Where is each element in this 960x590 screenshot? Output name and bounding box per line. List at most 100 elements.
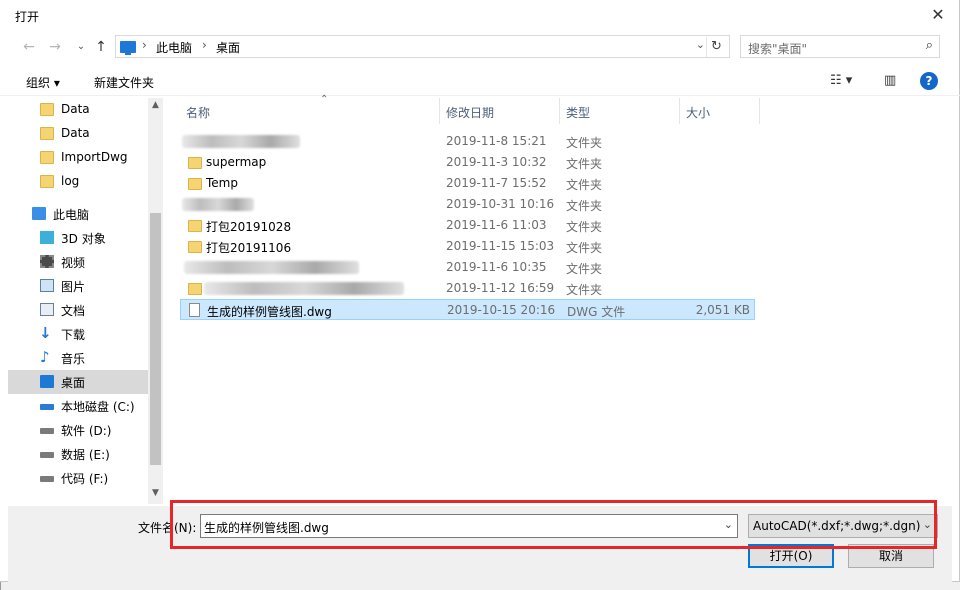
nav-item-label: 音乐: [61, 352, 86, 366]
chevron-down-icon[interactable]: ⌄: [923, 518, 932, 531]
search-icon[interactable]: ⌕: [926, 38, 933, 53]
chevron-down-icon[interactable]: ⌄: [724, 518, 733, 531]
row-name: 打包20191106: [206, 241, 292, 255]
back-arrow-icon[interactable]: ←: [18, 36, 40, 58]
forward-arrow-icon[interactable]: →: [44, 36, 66, 58]
column-header-name[interactable]: ⌃ 名称: [180, 94, 440, 124]
column-header-size[interactable]: 大小: [680, 98, 760, 124]
title-bar: 打开 ✕: [0, 0, 960, 30]
scrollbar-thumb[interactable]: [150, 213, 161, 465]
table-row-selected[interactable]: 生成的样例管线图.dwg 2019-10-15 20:16 DWG 文件 2,0…: [180, 299, 755, 320]
nav-item-log[interactable]: log: [8, 170, 148, 194]
open-button[interactable]: 打开(O): [748, 544, 834, 568]
drive-icon: [40, 428, 54, 434]
breadcrumb-this-pc[interactable]: 此电脑: [156, 39, 192, 56]
divider: [0, 582, 8, 590]
nav-item-drive-f[interactable]: 代码 (F:): [8, 466, 148, 490]
breadcrumb-separator-icon[interactable]: ›: [202, 38, 207, 52]
nav-item-label: 3D 对象: [61, 232, 106, 246]
documents-icon: [40, 303, 54, 316]
preview-pane-icon[interactable]: ▥: [884, 73, 896, 88]
blurred-filename: [204, 282, 404, 295]
nav-item-label: 桌面: [61, 376, 86, 390]
dialog-footer: 文件名(N): 生成的样例管线图.dwg ⌄ AutoCAD(*.dxf;*.d…: [8, 506, 952, 582]
new-folder-button[interactable]: 新建文件夹: [94, 74, 154, 91]
blurred-filename: [182, 135, 300, 148]
folder-sync-icon: [40, 103, 54, 116]
row-size: 2,051 KB: [695, 303, 750, 317]
drive-icon: [40, 452, 54, 458]
view-options-icon[interactable]: ☷ ▾: [830, 73, 852, 88]
nav-item-drive-e[interactable]: 数据 (E:): [8, 442, 148, 466]
folder-icon: [40, 127, 54, 140]
column-header-label: 修改日期: [446, 106, 495, 120]
nav-item-documents[interactable]: 文档: [8, 298, 148, 322]
row-type: 文件夹: [566, 262, 603, 276]
row-date: 2019-11-12 16:59: [446, 281, 555, 295]
nav-item-downloads[interactable]: ↓ 下载: [8, 322, 148, 346]
table-row[interactable]: supermap 2019-11-3 10:32 文件夹: [180, 152, 755, 173]
nav-item-desktop[interactable]: 桌面: [8, 370, 148, 394]
address-bar[interactable]: › 此电脑 › 桌面 ⌄ ↻: [115, 35, 730, 58]
breadcrumb-desktop[interactable]: 桌面: [216, 39, 240, 56]
nav-item-3d-objects[interactable]: 3D 对象: [8, 226, 148, 250]
nav-item-drive-d[interactable]: 软件 (D:): [8, 418, 148, 442]
up-arrow-icon[interactable]: ↑: [90, 36, 112, 58]
nav-item-this-pc[interactable]: 此电脑: [8, 202, 148, 226]
row-type: 文件夹: [566, 178, 603, 192]
navigation-scrollbar[interactable]: ▲ ▼: [148, 98, 163, 504]
table-row[interactable]: 2019-11-12 16:59 文件夹: [180, 278, 755, 299]
row-date: 2019-11-6 11:03: [446, 218, 547, 232]
recent-chevron-icon[interactable]: ⌄: [70, 36, 92, 58]
column-header-type[interactable]: 类型: [560, 98, 680, 124]
nav-item-drive-c[interactable]: 本地磁盘 (C:): [8, 394, 148, 418]
search-placeholder: 搜索"桌面": [748, 42, 808, 56]
table-row[interactable]: 2019-11-8 15:21 文件夹: [180, 131, 755, 152]
filetype-select[interactable]: AutoCAD(*.dxf;*.dwg;*.dgn) ⌄: [748, 514, 938, 538]
row-date: 2019-11-15 15:03: [446, 239, 555, 253]
row-date: 2019-10-15 20:16: [447, 303, 556, 317]
table-row[interactable]: 打包20191106 2019-11-15 15:03 文件夹: [180, 236, 755, 257]
row-type: 文件夹: [566, 199, 603, 213]
row-type: DWG 文件: [567, 305, 626, 319]
row-name: Temp: [206, 176, 238, 190]
nav-item-data-2[interactable]: Data: [8, 122, 148, 146]
row-date: 2019-11-6 10:35: [446, 260, 547, 274]
nav-item-music[interactable]: ♪ 音乐: [8, 346, 148, 370]
nav-item-label: Data: [61, 126, 90, 140]
close-icon[interactable]: ✕: [926, 3, 950, 27]
column-header-modified[interactable]: 修改日期: [440, 98, 560, 124]
scroll-down-icon[interactable]: ▼: [150, 488, 161, 498]
nav-item-importdwg[interactable]: ImportDwg: [8, 146, 148, 170]
nav-item-pictures[interactable]: 图片: [8, 274, 148, 298]
row-type: 文件夹: [566, 220, 603, 234]
address-row: ← → ⌄ ↑ › 此电脑 › 桌面 ⌄ ↻ 搜索"桌面" ⌕: [0, 34, 960, 60]
scroll-up-icon[interactable]: ▲: [150, 100, 161, 110]
refresh-icon[interactable]: ↻: [706, 37, 726, 57]
search-input[interactable]: 搜索"桌面" ⌕: [740, 35, 940, 58]
computer-icon: [32, 207, 46, 220]
drive-icon: [40, 476, 54, 482]
column-header-label: 大小: [686, 106, 711, 120]
filetype-value: AutoCAD(*.dxf;*.dwg;*.dgn): [753, 519, 921, 533]
table-row[interactable]: 2019-11-6 10:35 文件夹: [180, 257, 755, 278]
toolbar: 组织 ▾ 新建文件夹 ☷ ▾ ▥ ?: [0, 66, 960, 96]
organize-button[interactable]: 组织 ▾: [26, 74, 60, 91]
open-file-dialog: 打开 ✕ ← → ⌄ ↑ › 此电脑 › 桌面 ⌄ ↻ 搜索"桌面" ⌕ 组织 …: [0, 0, 960, 582]
nav-item-data-1[interactable]: Data: [8, 98, 148, 122]
drive-c-icon: [40, 404, 54, 410]
row-date: 2019-10-31 10:16: [446, 197, 555, 211]
row-date: 2019-11-8 15:21: [446, 134, 547, 148]
nav-item-videos[interactable]: 视频: [8, 250, 148, 274]
table-row[interactable]: 打包20191028 2019-11-6 11:03 文件夹: [180, 215, 755, 236]
address-dropdown-icon[interactable]: ⌄: [696, 38, 705, 51]
breadcrumb-separator-icon[interactable]: ›: [142, 38, 147, 52]
nav-item-label: 本地磁盘 (C:): [61, 400, 135, 414]
table-row[interactable]: Temp 2019-11-7 15:52 文件夹: [180, 173, 755, 194]
row-type: 文件夹: [566, 283, 603, 297]
filename-field[interactable]: 生成的样例管线图.dwg ⌄: [200, 514, 738, 538]
table-row[interactable]: 2019-10-31 10:16 文件夹: [180, 194, 755, 215]
folder-icon: [188, 241, 202, 253]
cancel-button[interactable]: 取消: [848, 544, 934, 568]
help-icon[interactable]: ?: [920, 72, 938, 90]
